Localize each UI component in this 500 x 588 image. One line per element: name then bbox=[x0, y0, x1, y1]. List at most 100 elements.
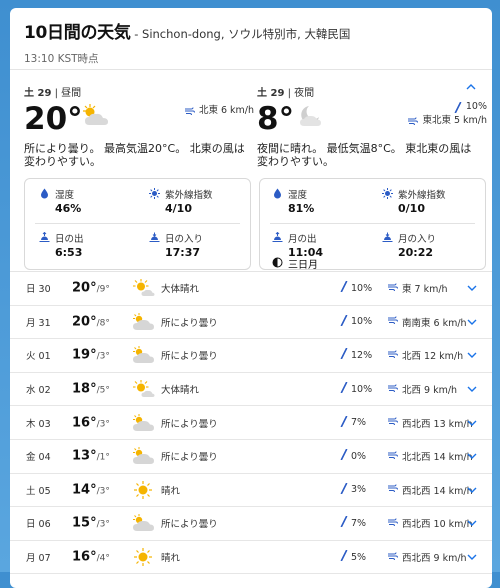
partly-cloudy-icon bbox=[83, 104, 108, 125]
nighttime-stats: 湿度 81% 紫外線指数 0/10 月の出 11:04 月の入り 20:22 三… bbox=[259, 178, 486, 271]
chevron-down-icon[interactable] bbox=[466, 350, 478, 360]
forecast-day: 水 02 bbox=[26, 385, 51, 397]
humidity-value: 46% bbox=[55, 202, 82, 215]
forecast-wind: 北北西 14 km/h bbox=[387, 449, 473, 463]
night-rain-wind: 10% 東北東 5 km/h bbox=[407, 100, 487, 128]
day-description-line-2: 変わりやすい。 bbox=[24, 155, 101, 168]
forecast-low: /4° bbox=[96, 553, 110, 564]
forecast-high: 16° bbox=[72, 549, 97, 565]
forecast-rain-value: 3% bbox=[351, 484, 367, 496]
night-description-line-2: 変わりやすい。 bbox=[257, 155, 334, 168]
forecast-rain: 3% bbox=[340, 482, 367, 497]
forecast-wind: 西北西 10 km/h bbox=[387, 516, 473, 530]
forecast-wind-value: 西北西 10 km/h bbox=[402, 519, 473, 531]
forecast-rain-value: 5% bbox=[351, 551, 367, 563]
moon-phase-label: 三日月 bbox=[288, 260, 318, 271]
sunny-partly-cloudy-icon bbox=[131, 379, 155, 399]
uv-sun-icon bbox=[149, 188, 160, 199]
forecast-day: 木 03 bbox=[26, 418, 51, 430]
forecast-temp: 15°/3° bbox=[72, 516, 110, 531]
sunrise-value: 6:53 bbox=[55, 246, 83, 259]
night-temp-row: 8° 10% 東北東 5 km/h bbox=[257, 100, 487, 138]
forecast-temp: 20°/9° bbox=[72, 281, 110, 296]
cloudy-sun-icon bbox=[131, 345, 155, 365]
forecast-temp: 16°/4° bbox=[72, 550, 110, 565]
forecast-temp: 13°/1° bbox=[72, 449, 110, 464]
rain-icon bbox=[340, 482, 348, 497]
daytime-stats: 湿度 46% 紫外線指数 4/10 日の出 6:53 日の入り 17:37 bbox=[24, 178, 251, 270]
forecast-row[interactable]: 金 04 13°/1° 所により曇り 0% 北北西 14 km/h bbox=[10, 440, 492, 474]
chevron-down-icon[interactable] bbox=[466, 518, 478, 528]
wind-icon bbox=[408, 117, 419, 126]
humidity-stat: 湿度 46% bbox=[41, 187, 82, 215]
forecast-high: 16° bbox=[72, 415, 97, 431]
forecast-row[interactable]: 木 03 16°/3° 所により曇り 7% 西北西 13 km/h bbox=[10, 406, 492, 440]
forecast-rain-value: 12% bbox=[351, 349, 373, 361]
forecast-wind: 西北西 13 km/h bbox=[387, 416, 473, 430]
forecast-rain-value: 7% bbox=[351, 417, 367, 429]
night-wind-line: 東北東 5 km/h bbox=[407, 114, 487, 128]
wind-icon bbox=[387, 349, 398, 362]
daytime-label: 土 29 | 昼間 bbox=[24, 84, 254, 99]
chevron-down-icon[interactable] bbox=[466, 384, 478, 394]
forecast-day: 金 04 bbox=[26, 452, 51, 464]
forecast-description: 所により曇り bbox=[161, 452, 218, 464]
wind-icon bbox=[387, 416, 398, 429]
forecast-rows: 日 30 20°/9° 大体晴れ 10% 東 7 km/h 月 31 20°/8° 所により曇… bbox=[10, 272, 492, 575]
night-description-line-1: 夜間に晴れ。 最低気温8°C。 東北東の風は bbox=[257, 142, 472, 155]
forecast-high: 20° bbox=[72, 280, 97, 296]
header: 10日間の天気 - Sinchon-dong, ソウル特別市, 大韓民国 13:… bbox=[10, 8, 492, 70]
rain-icon bbox=[340, 549, 348, 564]
wind-icon bbox=[387, 483, 398, 496]
forecast-description: 所により曇り bbox=[161, 351, 218, 363]
night-rain-line: 10% bbox=[407, 100, 487, 114]
forecast-day: 土 05 bbox=[26, 485, 51, 497]
forecast-row[interactable]: 土 05 14°/3° 晴れ 3% 西北西 14 km/h bbox=[10, 474, 492, 508]
nighttime-panel: 土 29 | 夜間 8° 10% 東北東 5 km/h 夜間に晴れ。 最低気温8… bbox=[257, 84, 487, 168]
moon-cloud-icon bbox=[300, 106, 321, 126]
chevron-down-icon[interactable] bbox=[466, 552, 478, 562]
chevron-down-icon[interactable] bbox=[466, 317, 478, 327]
chevron-down-icon[interactable] bbox=[466, 485, 478, 495]
day-date: 土 29 bbox=[24, 88, 52, 99]
forecast-row[interactable]: 月 31 20°/8° 所により曇り 10% 南南東 6 km/h bbox=[10, 306, 492, 340]
moonset-value: 20:22 bbox=[398, 246, 434, 259]
forecast-rain: 10% bbox=[340, 381, 372, 396]
uv-stat: 紫外線指数 4/10 bbox=[149, 187, 213, 215]
header-title-line: 10日間の天気 - Sinchon-dong, ソウル特別市, 大韓民国 bbox=[24, 18, 478, 43]
weather-card: 10日間の天気 - Sinchon-dong, ソウル特別市, 大韓民国 13:… bbox=[10, 8, 492, 588]
sunrise-icon bbox=[39, 232, 50, 242]
moonrise-icon bbox=[272, 232, 283, 242]
forecast-high: 18° bbox=[72, 381, 97, 397]
moonset-icon bbox=[382, 232, 393, 242]
night-rain-value: 10% bbox=[465, 101, 487, 112]
forecast-wind-value: 北西 12 km/h bbox=[402, 351, 464, 363]
night-temperature: 8° bbox=[257, 101, 295, 137]
forecast-day: 月 31 bbox=[26, 317, 51, 329]
forecast-row[interactable]: 日 06 15°/3° 所により曇り 7% 西北西 10 km/h bbox=[10, 507, 492, 541]
humidity-label: 湿度 bbox=[55, 190, 75, 201]
forecast-row[interactable]: 火 01 19°/3° 所により曇り 12% 北西 12 km/h bbox=[10, 339, 492, 373]
rain-icon bbox=[340, 516, 348, 530]
chevron-down-icon[interactable] bbox=[466, 418, 478, 428]
day-period: 昼間 bbox=[61, 88, 82, 99]
night-uv-stat: 紫外線指数 0/10 bbox=[382, 187, 446, 215]
forecast-wind: 東 7 km/h bbox=[387, 281, 448, 295]
forecast-wind-value: 西北西 14 km/h bbox=[402, 485, 473, 497]
forecast-rain: 7% bbox=[340, 516, 366, 530]
forecast-temp: 20°/8° bbox=[72, 314, 110, 329]
chevron-down-icon[interactable] bbox=[466, 283, 478, 293]
forecast-description: 晴れ bbox=[161, 553, 181, 565]
uv-sun-icon bbox=[382, 188, 393, 199]
forecast-row[interactable]: 月 07 16°/4° 晴れ 5% 西北西 9 km/h bbox=[10, 541, 492, 575]
chevron-down-icon[interactable] bbox=[466, 451, 478, 461]
wind-icon bbox=[387, 517, 398, 530]
moonset-stat: 月の入り 20:22 bbox=[382, 231, 436, 259]
divider bbox=[270, 223, 475, 224]
forecast-rain-value: 10% bbox=[351, 316, 373, 328]
forecast-row[interactable]: 日 30 20°/9° 大体晴れ 10% 東 7 km/h bbox=[10, 272, 492, 306]
forecast-description: 大体晴れ bbox=[161, 385, 200, 397]
day-temp-row: 20° 北東 6 km/h bbox=[24, 100, 254, 138]
sunset-value: 17:37 bbox=[165, 246, 201, 259]
forecast-row[interactable]: 水 02 18°/5° 大体晴れ 10% 北西 9 km/h bbox=[10, 373, 492, 407]
